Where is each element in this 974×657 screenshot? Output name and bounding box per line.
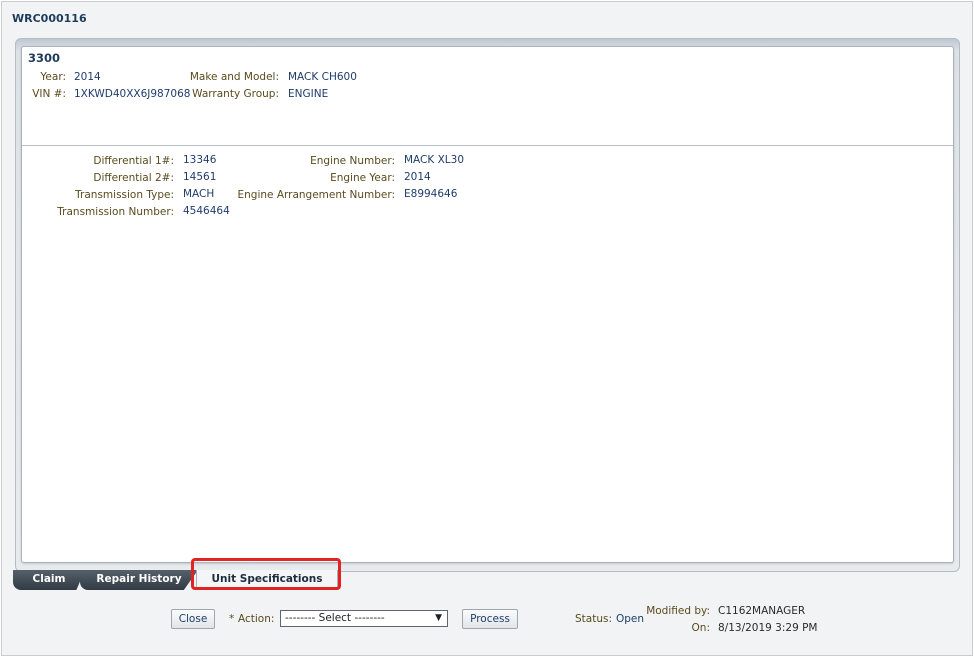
- transmission-number-label: Transmission Number:: [57, 206, 174, 218]
- transmission-type-value: MACH: [183, 188, 215, 200]
- claim-window: WRC000116 3300 Year: 2014 VIN #: 1XKWD40…: [1, 1, 973, 656]
- content-frame: 3300 Year: 2014 VIN #: 1XKWD40XX6J987068…: [15, 38, 960, 572]
- differential-1-label: Differential 1#:: [93, 155, 174, 167]
- close-button[interactable]: Close: [171, 609, 215, 629]
- unit-specifications-panel: 3300 Year: 2014 VIN #: 1XKWD40XX6J987068…: [21, 46, 954, 563]
- engine-year-value: 2014: [404, 171, 431, 183]
- year-value: 2014: [74, 71, 101, 83]
- differential-2-value: 14561: [183, 171, 217, 183]
- engine-number-label: Engine Number:: [310, 155, 395, 167]
- on-label: On:: [691, 622, 710, 634]
- make-model-value: MACK CH600: [288, 71, 357, 83]
- tab-unit-specifications[interactable]: Unit Specifications: [196, 570, 338, 590]
- tab-bar: Claim Repair History Unit Specifications: [13, 568, 958, 592]
- warranty-group-value: ENGINE: [288, 88, 329, 100]
- engine-arrangement-label: Engine Arrangement Number:: [237, 189, 396, 201]
- warranty-group-label: Warranty Group:: [192, 88, 279, 100]
- differential-2-label: Differential 2#:: [93, 172, 174, 184]
- process-button[interactable]: Process: [462, 609, 518, 629]
- transmission-type-label: Transmission Type:: [75, 189, 174, 201]
- engine-year-label: Engine Year:: [330, 172, 395, 184]
- status-label: Status:: [575, 613, 612, 625]
- action-label: Action:: [238, 613, 275, 625]
- engine-number-value: MACK XL30: [404, 154, 465, 166]
- action-select-value: -------- Select --------: [285, 612, 385, 624]
- action-select[interactable]: -------- Select -------- ▼: [280, 610, 448, 627]
- transmission-number-value: 4546464: [183, 205, 230, 217]
- modified-by-label: Modified by:: [646, 605, 710, 617]
- tab-repair-history[interactable]: Repair History: [80, 570, 198, 590]
- modified-on-value: 8/13/2019 3:29 PM: [718, 622, 818, 634]
- vin-label: VIN #:: [32, 88, 66, 100]
- tab-claim[interactable]: Claim: [13, 570, 85, 590]
- claim-title: WRC000116: [12, 12, 87, 25]
- make-model-label: Make and Model:: [189, 71, 279, 83]
- year-label: Year:: [40, 71, 66, 83]
- vin-value: 1XKWD40XX6J987068: [74, 88, 191, 100]
- section-divider: [22, 145, 953, 146]
- differential-1-value: 13346: [183, 154, 217, 166]
- modified-by-value: C1162MANAGER: [718, 605, 806, 617]
- dropdown-arrow-icon: ▼: [435, 613, 442, 623]
- unit-number: 3300: [28, 51, 61, 65]
- engine-arrangement-value: E8994646: [404, 188, 458, 200]
- required-marker: *: [229, 613, 235, 625]
